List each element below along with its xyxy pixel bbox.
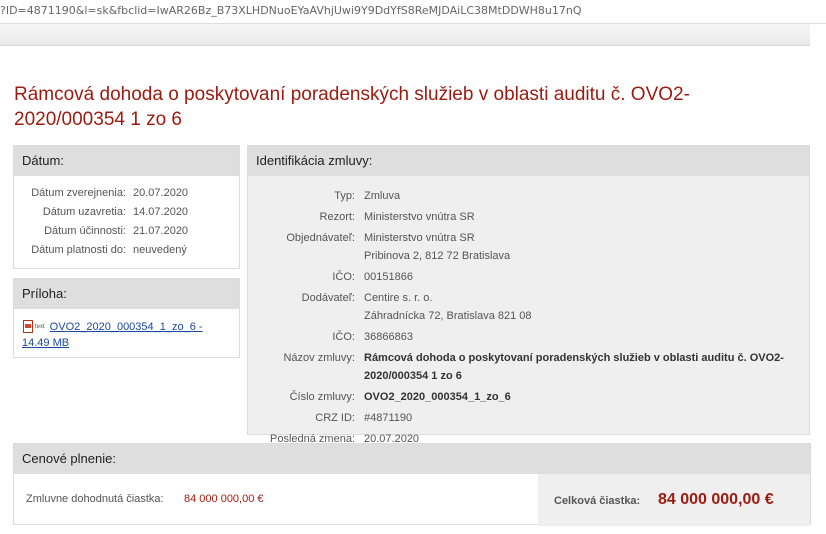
date-row-valid-until: Dátum platnosti do: neuvedený xyxy=(14,241,239,260)
date-label: Dátum uzavretia: xyxy=(42,206,126,218)
row-nazov: Názov zmluvy: Rámcová dohoda o poskytova… xyxy=(248,349,809,385)
page-title: Rámcová dohoda o poskytovaní poradenskýc… xyxy=(14,84,690,130)
scrollbar[interactable] xyxy=(810,24,826,534)
nazov-value: Rámcová dohoda o poskytovaní poradenskýc… xyxy=(364,352,784,382)
date-row-concluded: Dátum uzavretia: 14.07.2020 xyxy=(14,203,239,222)
typ-label: Typ: xyxy=(334,190,355,202)
rezort-label: Rezort: xyxy=(319,211,355,223)
agreed-amount-value: 84 000 000,00 € xyxy=(184,493,264,505)
total-amount-value: 84 000 000,00 € xyxy=(658,491,774,508)
ico-value: 36866863 xyxy=(364,331,413,343)
typ-value: Zmluva xyxy=(364,190,401,202)
date-label: Dátum platnosti do: xyxy=(31,244,126,256)
identifikacia-heading: Identifikácia zmluvy: xyxy=(248,146,809,176)
browser-url-bar[interactable]: ?ID=4871190&l=sk&fbclid=IwAR26Bz_B73XLHD… xyxy=(0,0,826,24)
row-rezort: Rezort: Ministerstvo vnútra SR xyxy=(248,208,809,226)
row-ico-2: IČO: 36866863 xyxy=(248,328,809,346)
pdf-icon xyxy=(22,320,35,333)
date-label: Dátum účinnosti: xyxy=(44,225,126,237)
total-amount-label: Celková čiastka: xyxy=(554,495,641,507)
cena-heading: Cenové plnenie: xyxy=(14,444,810,474)
objednavatel-address: Pribinova 2, 812 72 Bratislava xyxy=(364,250,511,262)
row-crz-id: CRZ ID: #4871190 xyxy=(248,409,809,427)
nazov-label: Názov zmluvy: xyxy=(283,352,355,364)
dodavatel-label: Dodávateľ: xyxy=(301,292,355,304)
file-type-label: text xyxy=(35,324,45,330)
objednavatel-label: Objednávateľ: xyxy=(286,232,355,244)
row-ico-1: IČO: 00151866 xyxy=(248,268,809,286)
row-objednavatel: Objednávateľ: Ministerstvo vnútra SR Pri… xyxy=(248,229,809,265)
agreed-amount-label: Zmluvne dohodnutá čiastka: xyxy=(26,493,164,505)
objednavatel-value: Ministerstvo vnútra SR xyxy=(364,232,475,244)
cislo-label: Číslo zmluvy: xyxy=(289,391,355,403)
ico-label: IČO: xyxy=(332,331,355,343)
date-value: 14.07.2020 xyxy=(133,206,189,218)
cislo-value: OVO2_2020_000354_1_zo_6 xyxy=(364,391,511,403)
date-row-published: Dátum zverejnenia: 20.07.2020 xyxy=(14,184,239,203)
row-dodavatel: Dodávateľ: Centire s. r. o. Záhradnícka … xyxy=(248,289,809,325)
row-cislo: Číslo zmluvy: OVO2_2020_000354_1_zo_6 xyxy=(248,388,809,406)
date-value: neuvedený xyxy=(133,244,187,256)
dodavatel-address: Záhradnícka 72, Bratislava 821 08 xyxy=(364,310,532,322)
crz-label: CRZ ID: xyxy=(315,412,355,424)
datum-heading: Dátum: xyxy=(14,146,239,176)
identifikacia-panel: Identifikácia zmluvy: Typ: Zmluva Rezort… xyxy=(247,145,810,445)
date-row-effective: Dátum účinnosti: 21.07.2020 xyxy=(14,222,239,241)
rezort-value: Ministerstvo vnútra SR xyxy=(364,211,475,223)
cena-panel: Cenové plnenie: Zmluvne dohodnutá čiastk… xyxy=(13,443,811,526)
date-value: 20.07.2020 xyxy=(133,187,189,199)
ico-label: IČO: xyxy=(332,271,355,283)
browser-toolbar xyxy=(0,24,826,46)
row-typ: Typ: Zmluva xyxy=(248,187,809,205)
url-text: ?ID=4871190&l=sk&fbclid=IwAR26Bz_B73XLHD… xyxy=(0,4,582,17)
attachment-download-link[interactable]: OVO2_2020_000354_1_zo_6 - 14.49 MB xyxy=(22,321,203,349)
attachment-item: text OVO2_2020_000354_1_zo_6 - 14.49 MB xyxy=(14,309,239,361)
ico-value: 00151866 xyxy=(364,271,413,283)
datum-panel: Dátum: Dátum zverejnenia: 20.07.2020 Dát… xyxy=(13,145,240,269)
crz-value: #4871190 xyxy=(364,412,413,424)
total-amount-box: Celková čiastka: 84 000 000,00 € xyxy=(538,474,810,526)
date-value: 21.07.2020 xyxy=(133,225,189,237)
priloha-heading: Príloha: xyxy=(14,279,239,309)
dodavatel-value: Centire s. r. o. xyxy=(364,292,433,304)
date-label: Dátum zverejnenia: xyxy=(31,187,126,199)
priloha-panel: Príloha: text OVO2_2020_000354_1_zo_6 - 1… xyxy=(13,278,240,358)
